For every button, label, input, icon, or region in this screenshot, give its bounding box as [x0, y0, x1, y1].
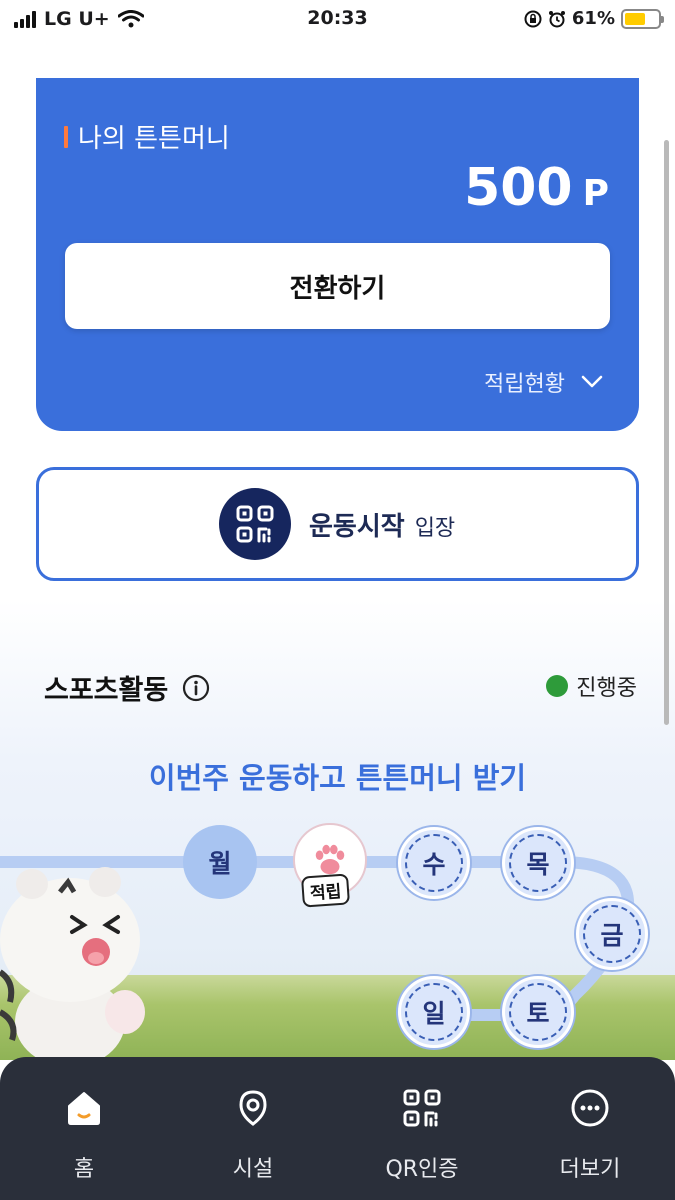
day-saturday: 토: [502, 976, 574, 1048]
money-title-text: 나의 튼튼머니: [78, 124, 230, 154]
activity-status: 진행중: [546, 670, 637, 702]
day-label: 금: [600, 921, 624, 950]
tab-home-label: 홈: [73, 1157, 95, 1182]
location-pin-icon: [232, 1087, 274, 1129]
money-amount: 500 P: [464, 158, 609, 218]
status-right: 61%: [524, 8, 664, 29]
qr-badge: [219, 488, 291, 560]
chevron-down-icon: [581, 375, 603, 388]
accumulation-status-label: 적립현황: [484, 372, 565, 397]
day-label: 목: [526, 850, 550, 879]
status-dot: [546, 675, 569, 697]
day-label: 일: [422, 999, 446, 1028]
battery-fill: [625, 12, 645, 25]
home-icon: [63, 1087, 105, 1129]
more-icon: [569, 1087, 611, 1129]
battery-percent: 61%: [571, 8, 615, 29]
qr-entry-main-label: 운동시작: [309, 512, 405, 542]
tab-more[interactable]: 더보기: [510, 1087, 670, 1183]
day-sunday: 일: [398, 976, 470, 1048]
tab-facility-label: 시설: [232, 1157, 274, 1182]
title-accent-bar: [64, 125, 68, 148]
tiger-mascot-image: [0, 867, 145, 1062]
qr-code-icon: [236, 505, 274, 543]
day-label: 토: [526, 999, 550, 1028]
scrollbar[interactable]: [664, 140, 669, 725]
sports-section-header: 스포츠활동: [44, 668, 210, 707]
accumulation-status-toggle[interactable]: 적립현황: [484, 366, 603, 398]
day-label: 월: [208, 849, 232, 878]
weekly-challenge-title: 이번주 운동하고 튼튼머니 받기: [148, 761, 527, 795]
battery-icon: [621, 8, 664, 29]
tab-home[interactable]: 홈: [4, 1087, 164, 1183]
money-amount-unit: P: [582, 173, 609, 214]
day-label: 수: [422, 850, 446, 879]
money-card: 나의 튼튼머니 500 P 전환하기 적립현황: [36, 78, 639, 431]
tab-qr-auth[interactable]: QR인증: [342, 1087, 502, 1183]
money-title: 나의 튼튼머니: [64, 118, 230, 155]
activity-status-label: 진행중: [576, 676, 637, 701]
paw-stamp-icon: [315, 844, 345, 875]
qr-entry-sub-label: 입장: [414, 516, 456, 541]
convert-button[interactable]: 전환하기: [65, 243, 610, 329]
sports-section-title: 스포츠활동: [44, 675, 169, 706]
day-friday: 금: [576, 898, 648, 970]
day-wednesday: 수: [398, 827, 470, 899]
stamp-label: 적립: [300, 873, 351, 908]
tab-facility[interactable]: 시설: [173, 1087, 333, 1183]
rotation-lock-icon: [524, 10, 542, 27]
exercise-start-qr-button[interactable]: 운동시작 입장: [36, 467, 639, 581]
day-thursday: 목: [502, 827, 574, 899]
alarm-icon: [548, 10, 565, 27]
day-monday: 월: [183, 825, 257, 899]
qr-entry-text: 운동시작 입장: [309, 506, 455, 543]
status-bar: LG U+ 20:33 61%: [0, 0, 675, 40]
bottom-tab-bar: 홈 시설 QR인증 더보기: [0, 1057, 675, 1200]
tab-qr-auth-label: QR인증: [385, 1157, 459, 1182]
qr-code-icon: [401, 1087, 443, 1129]
tab-more-label: 더보기: [559, 1157, 621, 1182]
info-icon[interactable]: [182, 674, 210, 702]
money-amount-value: 500: [464, 158, 573, 218]
